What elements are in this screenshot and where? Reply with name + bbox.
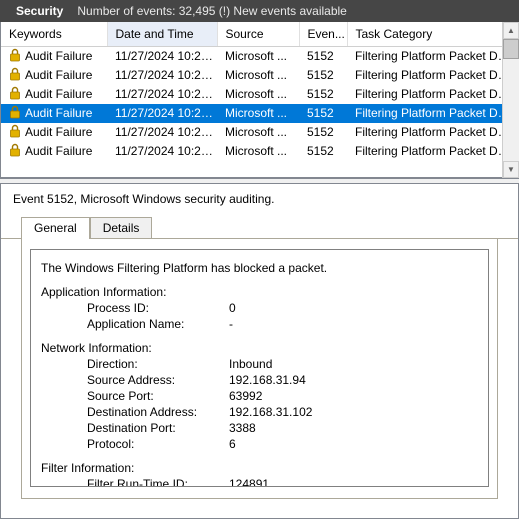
dst-port-value: 3388 <box>229 420 478 436</box>
net-info-heading: Network Information: <box>41 340 478 356</box>
log-subtitle: Number of events: 32,495 (!) New events … <box>77 4 346 18</box>
direction-value: Inbound <box>229 356 478 372</box>
cell-source: Microsoft ... <box>217 85 299 104</box>
scroll-thumb[interactable] <box>503 39 519 59</box>
lock-icon <box>9 105 21 122</box>
cell-source: Microsoft ... <box>217 66 299 85</box>
cell-datetime: 11/27/2024 10:24... <box>107 104 217 123</box>
scroll-track[interactable] <box>503 39 519 161</box>
cell-source: Microsoft ... <box>217 123 299 142</box>
cell-eventid: 5152 <box>299 85 347 104</box>
cell-datetime: 11/27/2024 10:24... <box>107 85 217 104</box>
cell-source: Microsoft ... <box>217 142 299 161</box>
cell-task: Filtering Platform Packet Drop <box>347 104 518 123</box>
cell-eventid: 5152 <box>299 104 347 123</box>
detail-tabs: General Details <box>1 216 518 239</box>
log-header: Security Number of events: 32,495 (!) Ne… <box>0 0 519 22</box>
filter-id-label: Filter Run-Time ID: <box>87 476 229 487</box>
summary-line: The Windows Filtering Platform has block… <box>41 260 478 276</box>
log-title: Security <box>16 4 63 18</box>
src-port-label: Source Port: <box>87 388 229 404</box>
direction-label: Direction: <box>87 356 229 372</box>
table-row[interactable]: Audit Failure 11/27/2024 10:23...Microsof… <box>1 123 518 142</box>
protocol-value: 6 <box>229 436 478 452</box>
table-row[interactable]: Audit Failure 11/27/2024 10:24...Microsof… <box>1 46 518 66</box>
cell-source: Microsoft ... <box>217 46 299 66</box>
col-eventid[interactable]: Even... <box>299 22 347 46</box>
events-scrollbar[interactable]: ▲ ▼ <box>502 22 519 178</box>
cell-keywords: Audit Failure <box>25 87 92 101</box>
cell-task: Filtering Platform Packet Drop <box>347 142 518 161</box>
scroll-up-button[interactable]: ▲ <box>503 22 519 39</box>
src-port-value: 63992 <box>229 388 478 404</box>
col-datetime[interactable]: Date and Time <box>107 22 217 46</box>
cell-keywords: Audit Failure <box>25 106 92 120</box>
app-name-value: - <box>229 316 478 332</box>
cell-eventid: 5152 <box>299 142 347 161</box>
dst-addr-label: Destination Address: <box>87 404 229 420</box>
detail-pane: Event 5152, Microsoft Windows security a… <box>0 184 519 519</box>
lock-icon <box>9 67 21 84</box>
lock-icon <box>9 143 21 160</box>
col-source[interactable]: Source <box>217 22 299 46</box>
tab-content-general: The Windows Filtering Platform has block… <box>21 239 498 499</box>
process-id-label: Process ID: <box>87 300 229 316</box>
tab-details[interactable]: Details <box>90 217 153 238</box>
filter-id-value: 124891 <box>229 476 478 487</box>
col-keywords[interactable]: Keywords <box>1 22 107 46</box>
src-addr-value: 192.168.31.94 <box>229 372 478 388</box>
cell-task: Filtering Platform Packet Drop <box>347 46 518 66</box>
cell-task: Filtering Platform Packet Drop <box>347 66 518 85</box>
dst-port-label: Destination Port: <box>87 420 229 436</box>
lock-icon <box>9 86 21 103</box>
table-row[interactable]: Audit Failure 11/27/2024 10:23...Microsof… <box>1 142 518 161</box>
cell-keywords: Audit Failure <box>25 125 92 139</box>
tab-general[interactable]: General <box>21 217 90 239</box>
events-grid[interactable]: Keywords Date and Time Source Even... Ta… <box>0 22 519 178</box>
app-name-label: Application Name: <box>87 316 229 332</box>
scroll-down-button[interactable]: ▼ <box>503 161 519 178</box>
cell-eventid: 5152 <box>299 66 347 85</box>
process-id-value: 0 <box>229 300 478 316</box>
cell-task: Filtering Platform Packet Drop <box>347 123 518 142</box>
cell-source: Microsoft ... <box>217 104 299 123</box>
cell-eventid: 5152 <box>299 46 347 66</box>
event-text[interactable]: The Windows Filtering Platform has block… <box>30 249 489 487</box>
cell-datetime: 11/27/2024 10:24... <box>107 66 217 85</box>
cell-datetime: 11/27/2024 10:24... <box>107 46 217 66</box>
column-headers[interactable]: Keywords Date and Time Source Even... Ta… <box>1 22 518 46</box>
cell-keywords: Audit Failure <box>25 144 92 158</box>
cell-datetime: 11/27/2024 10:23... <box>107 142 217 161</box>
cell-keywords: Audit Failure <box>25 68 92 82</box>
protocol-label: Protocol: <box>87 436 229 452</box>
lock-icon <box>9 124 21 141</box>
table-row[interactable]: Audit Failure 11/27/2024 10:24...Microsof… <box>1 85 518 104</box>
app-info-heading: Application Information: <box>41 284 478 300</box>
cell-keywords: Audit Failure <box>25 49 92 63</box>
dst-addr-value: 192.168.31.102 <box>229 404 478 420</box>
filter-info-heading: Filter Information: <box>41 460 478 476</box>
table-row[interactable]: Audit Failure 11/27/2024 10:24...Microsof… <box>1 66 518 85</box>
cell-datetime: 11/27/2024 10:23... <box>107 123 217 142</box>
cell-eventid: 5152 <box>299 123 347 142</box>
table-row[interactable]: Audit Failure 11/27/2024 10:24...Microsof… <box>1 104 518 123</box>
src-addr-label: Source Address: <box>87 372 229 388</box>
detail-title: Event 5152, Microsoft Windows security a… <box>1 184 518 216</box>
col-task[interactable]: Task Category <box>347 22 518 46</box>
cell-task: Filtering Platform Packet Drop <box>347 85 518 104</box>
lock-icon <box>9 48 21 65</box>
